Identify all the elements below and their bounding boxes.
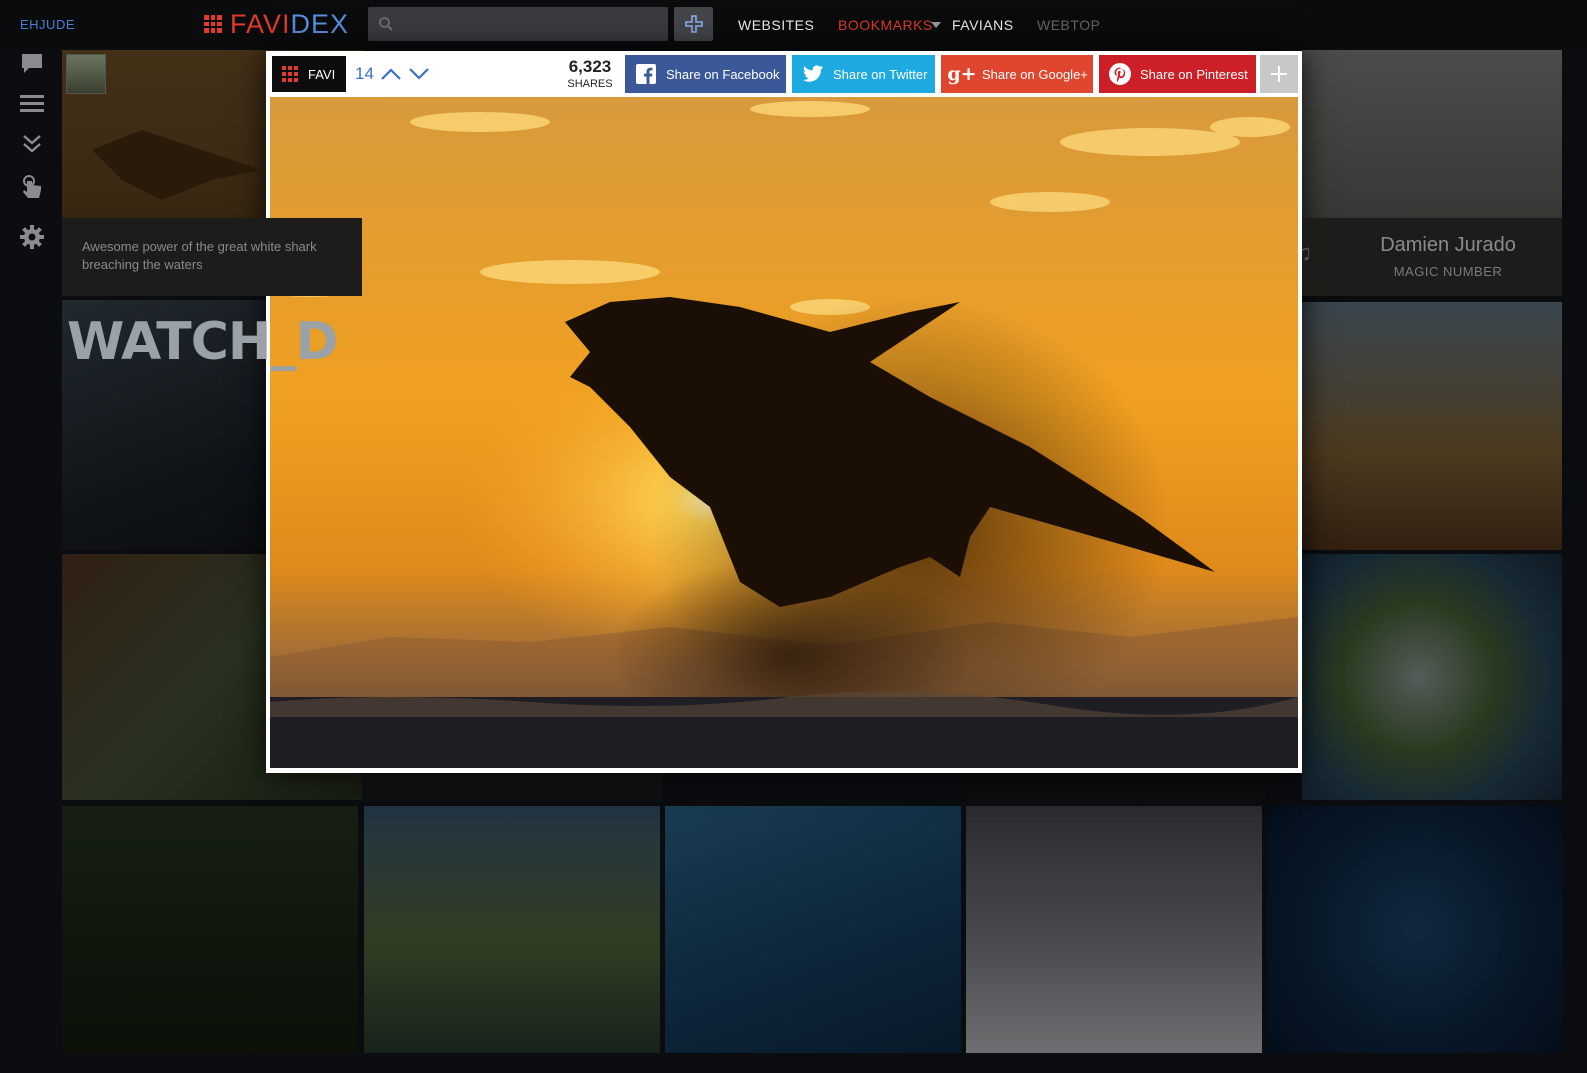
share-pinterest-label: Share on Pinterest bbox=[1140, 66, 1248, 82]
shark-silhouette-image bbox=[92, 130, 262, 200]
tile-wave-surfer[interactable] bbox=[665, 806, 961, 1053]
share-pinterest-button[interactable]: Share on Pinterest bbox=[1099, 55, 1256, 93]
music-note-icon: ♫ bbox=[1302, 240, 1312, 267]
music-artist: Damien Jurado bbox=[1380, 234, 1516, 256]
favi-button[interactable]: FAVI bbox=[272, 56, 346, 92]
googleplus-icon: g+ bbox=[947, 63, 977, 85]
nav-websites[interactable]: WEBSITES bbox=[738, 17, 814, 33]
tile-jellyfish[interactable] bbox=[1267, 806, 1563, 1053]
shark-caption-text: Awesome power of the great white shark b… bbox=[82, 239, 317, 272]
share-googleplus-label: Share on Google+ bbox=[982, 66, 1088, 82]
shares-label: SHARES bbox=[567, 78, 613, 90]
chat-icon[interactable] bbox=[19, 51, 45, 77]
logo-text-favi: FAVI bbox=[230, 8, 291, 39]
avatar[interactable] bbox=[66, 54, 106, 94]
share-twitter-button[interactable]: Share on Twitter bbox=[792, 55, 935, 93]
share-googleplus-button[interactable]: g+ Share on Google+ bbox=[941, 55, 1093, 93]
upvote-icon[interactable] bbox=[380, 66, 402, 82]
music-album: MAGIC NUMBER bbox=[1393, 264, 1503, 279]
tile-forest[interactable] bbox=[62, 806, 358, 1053]
share-facebook-label: Share on Facebook bbox=[666, 66, 780, 82]
nav-webtop[interactable]: WEBTOP bbox=[1037, 17, 1100, 33]
more-share-button[interactable] bbox=[1260, 55, 1298, 93]
menu-icon[interactable] bbox=[19, 91, 45, 117]
search-icon bbox=[379, 17, 393, 31]
downvote-icon[interactable] bbox=[408, 66, 430, 82]
favidex-logo[interactable]: FAVIDEX bbox=[204, 9, 349, 39]
grid-logo-icon bbox=[282, 66, 298, 82]
vote-score: 14 bbox=[355, 64, 374, 83]
facebook-icon bbox=[635, 63, 657, 85]
tile-island[interactable] bbox=[1302, 554, 1562, 800]
tile-caption: Awesome power of the great white shark b… bbox=[62, 218, 362, 296]
plus-icon bbox=[684, 15, 703, 33]
double-chevron-down-icon[interactable] bbox=[19, 131, 45, 157]
nav-bookmarks[interactable]: BOOKMARKS bbox=[838, 17, 933, 33]
nav-favians[interactable]: FAVIANS bbox=[952, 17, 1014, 33]
shark-breach-photo bbox=[270, 97, 1298, 768]
username-link[interactable]: EHJUDE bbox=[20, 17, 75, 32]
touch-icon[interactable] bbox=[19, 174, 45, 200]
plus-icon bbox=[1271, 66, 1287, 82]
top-bar: EHJUDE FAVIDEX WEBSITES BOOKMARKS FAVIAN… bbox=[0, 0, 1587, 48]
pinterest-icon bbox=[1109, 63, 1131, 85]
tile-hiker-clouds[interactable] bbox=[966, 806, 1262, 1053]
music-caption: ♫ Damien Jurado MAGIC NUMBER bbox=[1302, 218, 1562, 296]
share-twitter-label: Share on Twitter bbox=[833, 66, 928, 82]
gear-icon[interactable] bbox=[19, 224, 45, 250]
logo-text-dex: DEX bbox=[290, 8, 350, 39]
tile-castle[interactable] bbox=[1302, 302, 1562, 550]
tile-dome[interactable]: ♫ Damien Jurado MAGIC NUMBER bbox=[1302, 50, 1562, 296]
favi-label: FAVI bbox=[308, 66, 336, 82]
sidebar bbox=[0, 48, 62, 1073]
chevron-down-icon[interactable] bbox=[931, 22, 941, 28]
share-facebook-button[interactable]: Share on Facebook bbox=[625, 55, 786, 93]
twitter-icon bbox=[802, 63, 824, 85]
watch-dogs-title: WATCH_D bbox=[67, 312, 339, 372]
share-modal: FAVI 14 6,323 SHARES Share on Facebook S… bbox=[266, 51, 1302, 773]
shares-count: 6,323 bbox=[568, 57, 612, 76]
tile-mountain-lake[interactable] bbox=[364, 806, 660, 1053]
logo-text: FAVIDEX bbox=[230, 9, 349, 40]
search-input[interactable] bbox=[368, 7, 668, 41]
grid-logo-icon bbox=[204, 15, 222, 33]
add-button[interactable] bbox=[674, 7, 713, 41]
